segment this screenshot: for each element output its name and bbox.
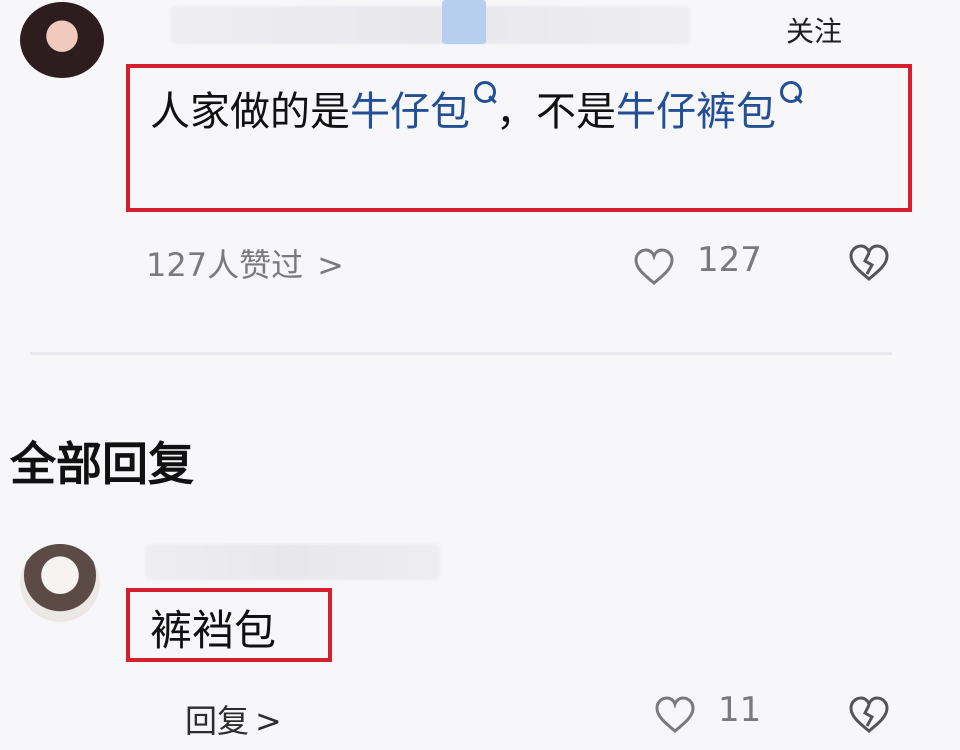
chevron-right-icon: > [255, 702, 282, 740]
like-count: 127 [697, 240, 762, 280]
search-keyword-link-1[interactable]: 牛仔包 [350, 81, 496, 135]
user-badge [442, 0, 486, 44]
search-keyword-link-2[interactable]: 牛仔裤包 [616, 81, 802, 135]
liked-by-link[interactable]: 127人赞过 > [146, 240, 344, 286]
liked-by-text: 127人赞过 [146, 246, 304, 284]
broken-heart-icon[interactable] [848, 696, 890, 734]
reply-text: 裤裆包 [150, 606, 277, 655]
follow-button[interactable]: 关注 [786, 10, 842, 50]
magnifier-icon [780, 81, 802, 103]
username-blurred [170, 6, 690, 44]
avatar[interactable] [20, 2, 104, 78]
chevron-right-icon: > [317, 246, 344, 284]
reply-button[interactable]: 回复 > [185, 696, 282, 742]
username-blurred [145, 544, 440, 580]
comment-text-part2: ，不是 [496, 89, 616, 135]
comment-text-part1: 人家做的是 [150, 89, 350, 135]
heart-outline-icon[interactable] [633, 248, 675, 286]
keyword-2-label: 牛仔裤包 [616, 89, 776, 135]
divider [30, 352, 892, 355]
comment-highlight-box: 人家做的是牛仔包 ，不是牛仔裤包 [126, 64, 912, 212]
broken-heart-icon[interactable] [848, 244, 890, 282]
avatar[interactable] [20, 544, 100, 622]
reply-highlight-box: 裤裆包 [126, 588, 332, 662]
reply-label: 回复 [185, 702, 250, 740]
magnifier-icon [474, 81, 496, 103]
like-count: 11 [718, 690, 762, 730]
comment-text: 人家做的是牛仔包 ，不是牛仔裤包 [150, 81, 900, 142]
keyword-1-label: 牛仔包 [350, 89, 470, 135]
heart-outline-icon[interactable] [654, 696, 696, 734]
section-title: 全部回复 [10, 437, 194, 491]
